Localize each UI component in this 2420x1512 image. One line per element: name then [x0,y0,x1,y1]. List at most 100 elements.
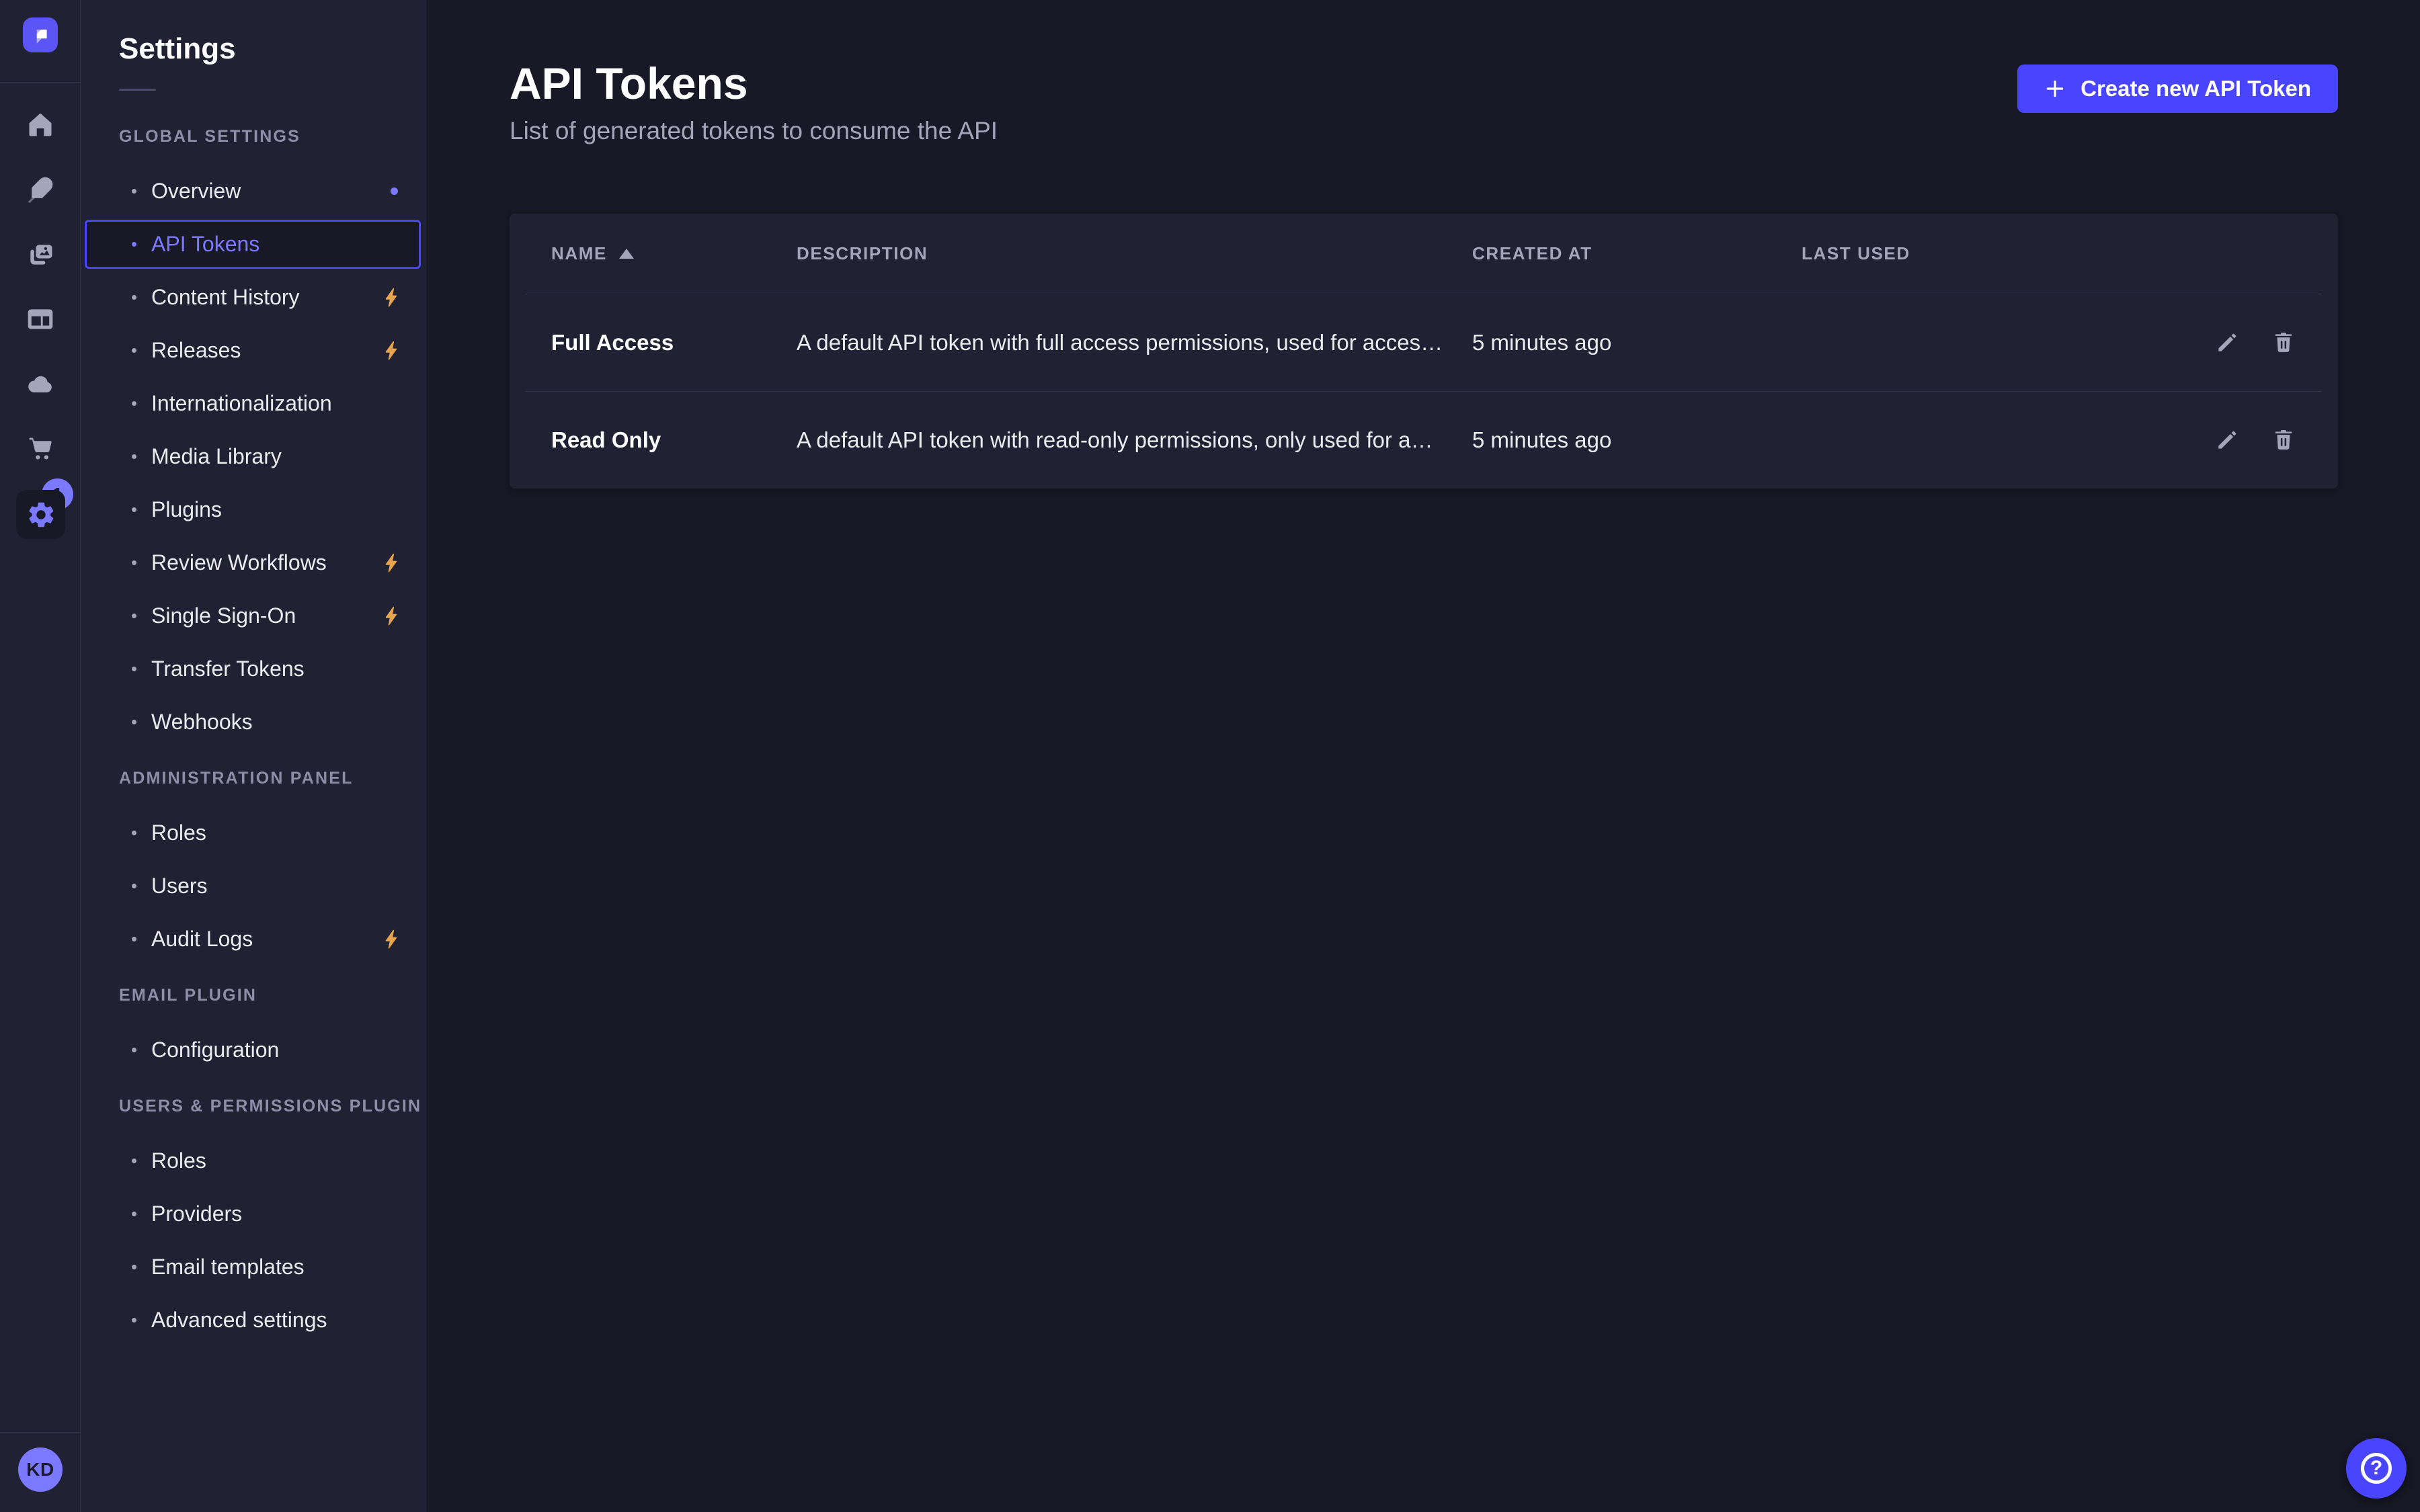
lightning-icon [380,339,403,362]
main-nav-rail: 1 KD [0,0,81,1512]
token-name: Full Access [551,330,797,355]
table-row[interactable]: Read Only A default API token with read-… [510,392,2338,489]
sidebar-item-media-library[interactable]: Media Library [85,432,421,481]
edit-button[interactable] [2214,330,2240,355]
page-title: API Tokens [510,56,998,110]
bullet-icon [132,454,136,459]
delete-button[interactable] [2271,330,2296,355]
rail-divider [0,82,81,83]
token-description: A default API token with read-only permi… [797,427,1472,453]
sidebar-item-transfer-tokens[interactable]: Transfer Tokens [85,644,421,694]
plus-icon [2044,78,2066,99]
token-created-at: 5 minutes ago [1472,427,1802,453]
column-header-name[interactable]: NAME [551,243,797,264]
table-row[interactable]: Full Access A default API token with ful… [510,294,2338,391]
page-header-text: API Tokens List of generated tokens to c… [510,56,998,146]
app-window: 1 KD Settings GLOBAL SETTINGS Overview A… [0,0,2420,1512]
sidebar-divider [119,89,156,91]
bullet-icon [132,348,136,353]
bullet-icon [132,1265,136,1269]
column-header-last-used: LAST USED [1802,243,2097,264]
token-created-at: 5 minutes ago [1472,330,1802,355]
content-manager-icon[interactable] [0,173,81,206]
sidebar-item-overview[interactable]: Overview [85,167,421,216]
bullet-icon [132,1212,136,1216]
sidebar-item-roles-up[interactable]: Roles [85,1136,421,1185]
lightning-icon [380,552,403,575]
sidebar-item-releases[interactable]: Releases [85,326,421,375]
bullet-icon [132,295,136,300]
strapi-logo-glyph [26,21,54,49]
help-icon [2361,1453,2392,1484]
pencil-icon [2214,330,2240,355]
sort-ascending-icon [619,249,634,259]
sidebar-title: Settings [119,32,425,66]
sidebar-item-roles-admin[interactable]: Roles [85,808,421,857]
bullet-icon [132,831,136,835]
api-tokens-table: NAME DESCRIPTION CREATED AT LAST USED Fu… [510,214,2338,489]
bullet-icon [132,720,136,724]
bullet-icon [132,189,136,194]
sidebar-item-configuration[interactable]: Configuration [85,1025,421,1075]
delete-button[interactable] [2271,427,2296,453]
settings-sidebar: Settings GLOBAL SETTINGS Overview API To… [81,0,426,1512]
sidebar-item-single-sign-on[interactable]: Single Sign-On [85,591,421,640]
row-actions [2097,330,2296,355]
strapi-logo[interactable] [23,17,58,52]
sidebar-item-providers[interactable]: Providers [85,1189,421,1238]
create-api-token-button[interactable]: Create new API Token [2017,65,2338,113]
create-api-token-label: Create new API Token [2081,76,2311,101]
section-label-email-plugin: EMAIL PLUGIN [119,986,425,1005]
bullet-icon [132,1159,136,1163]
column-header-description: DESCRIPTION [797,243,1472,264]
bullet-icon [132,1318,136,1322]
token-name: Read Only [551,427,797,453]
main-content: API Tokens List of generated tokens to c… [426,0,2420,1512]
section-label-global-settings: GLOBAL SETTINGS [119,127,425,146]
edit-button[interactable] [2214,427,2240,453]
sidebar-item-internationalization[interactable]: Internationalization [85,379,421,428]
bullet-icon [132,560,136,565]
cloud-icon[interactable] [0,368,81,401]
sidebar-item-review-workflows[interactable]: Review Workflows [85,538,421,587]
rail-divider [0,1432,81,1433]
sidebar-item-audit-logs[interactable]: Audit Logs [85,915,421,964]
bullet-icon [132,614,136,618]
bullet-icon [132,1048,136,1052]
pencil-icon [2214,427,2240,453]
content-type-builder-icon[interactable] [0,303,81,335]
bullet-icon [132,401,136,406]
trash-icon [2271,330,2296,355]
bullet-icon [132,507,136,512]
table-header-row: NAME DESCRIPTION CREATED AT LAST USED [510,214,2338,294]
bullet-icon [132,667,136,671]
page-subtitle: List of generated tokens to consume the … [510,116,998,146]
column-header-created-at: CREATED AT [1472,243,1802,264]
sidebar-item-api-tokens[interactable]: API Tokens [85,220,421,269]
lightning-icon [380,605,403,628]
bullet-icon [132,884,136,888]
media-library-icon[interactable] [0,239,81,271]
sidebar-item-content-history[interactable]: Content History [85,273,421,322]
sidebar-item-users[interactable]: Users [85,862,421,911]
sidebar-item-advanced-settings[interactable]: Advanced settings [85,1296,421,1345]
lightning-icon [380,286,403,309]
avatar[interactable]: KD [18,1447,63,1492]
section-label-administration-panel: ADMINISTRATION PANEL [119,769,425,788]
bullet-icon [132,937,136,941]
notification-dot [391,187,398,195]
token-description: A default API token with full access per… [797,330,1472,355]
sidebar-item-webhooks[interactable]: Webhooks [85,698,421,747]
home-icon[interactable] [0,109,81,141]
section-label-users-permissions-plugin: USERS & PERMISSIONS PLUGIN [119,1097,425,1116]
row-actions [2097,427,2296,453]
sidebar-item-plugins[interactable]: Plugins [85,485,421,534]
lightning-icon [380,928,403,951]
marketplace-cart-icon[interactable] [0,433,81,465]
help-button[interactable] [2346,1438,2407,1499]
settings-gear-icon[interactable] [16,490,65,539]
page-header: API Tokens List of generated tokens to c… [510,56,2338,146]
sidebar-item-email-templates[interactable]: Email templates [85,1243,421,1292]
bullet-icon [132,242,136,247]
trash-icon [2271,427,2296,453]
